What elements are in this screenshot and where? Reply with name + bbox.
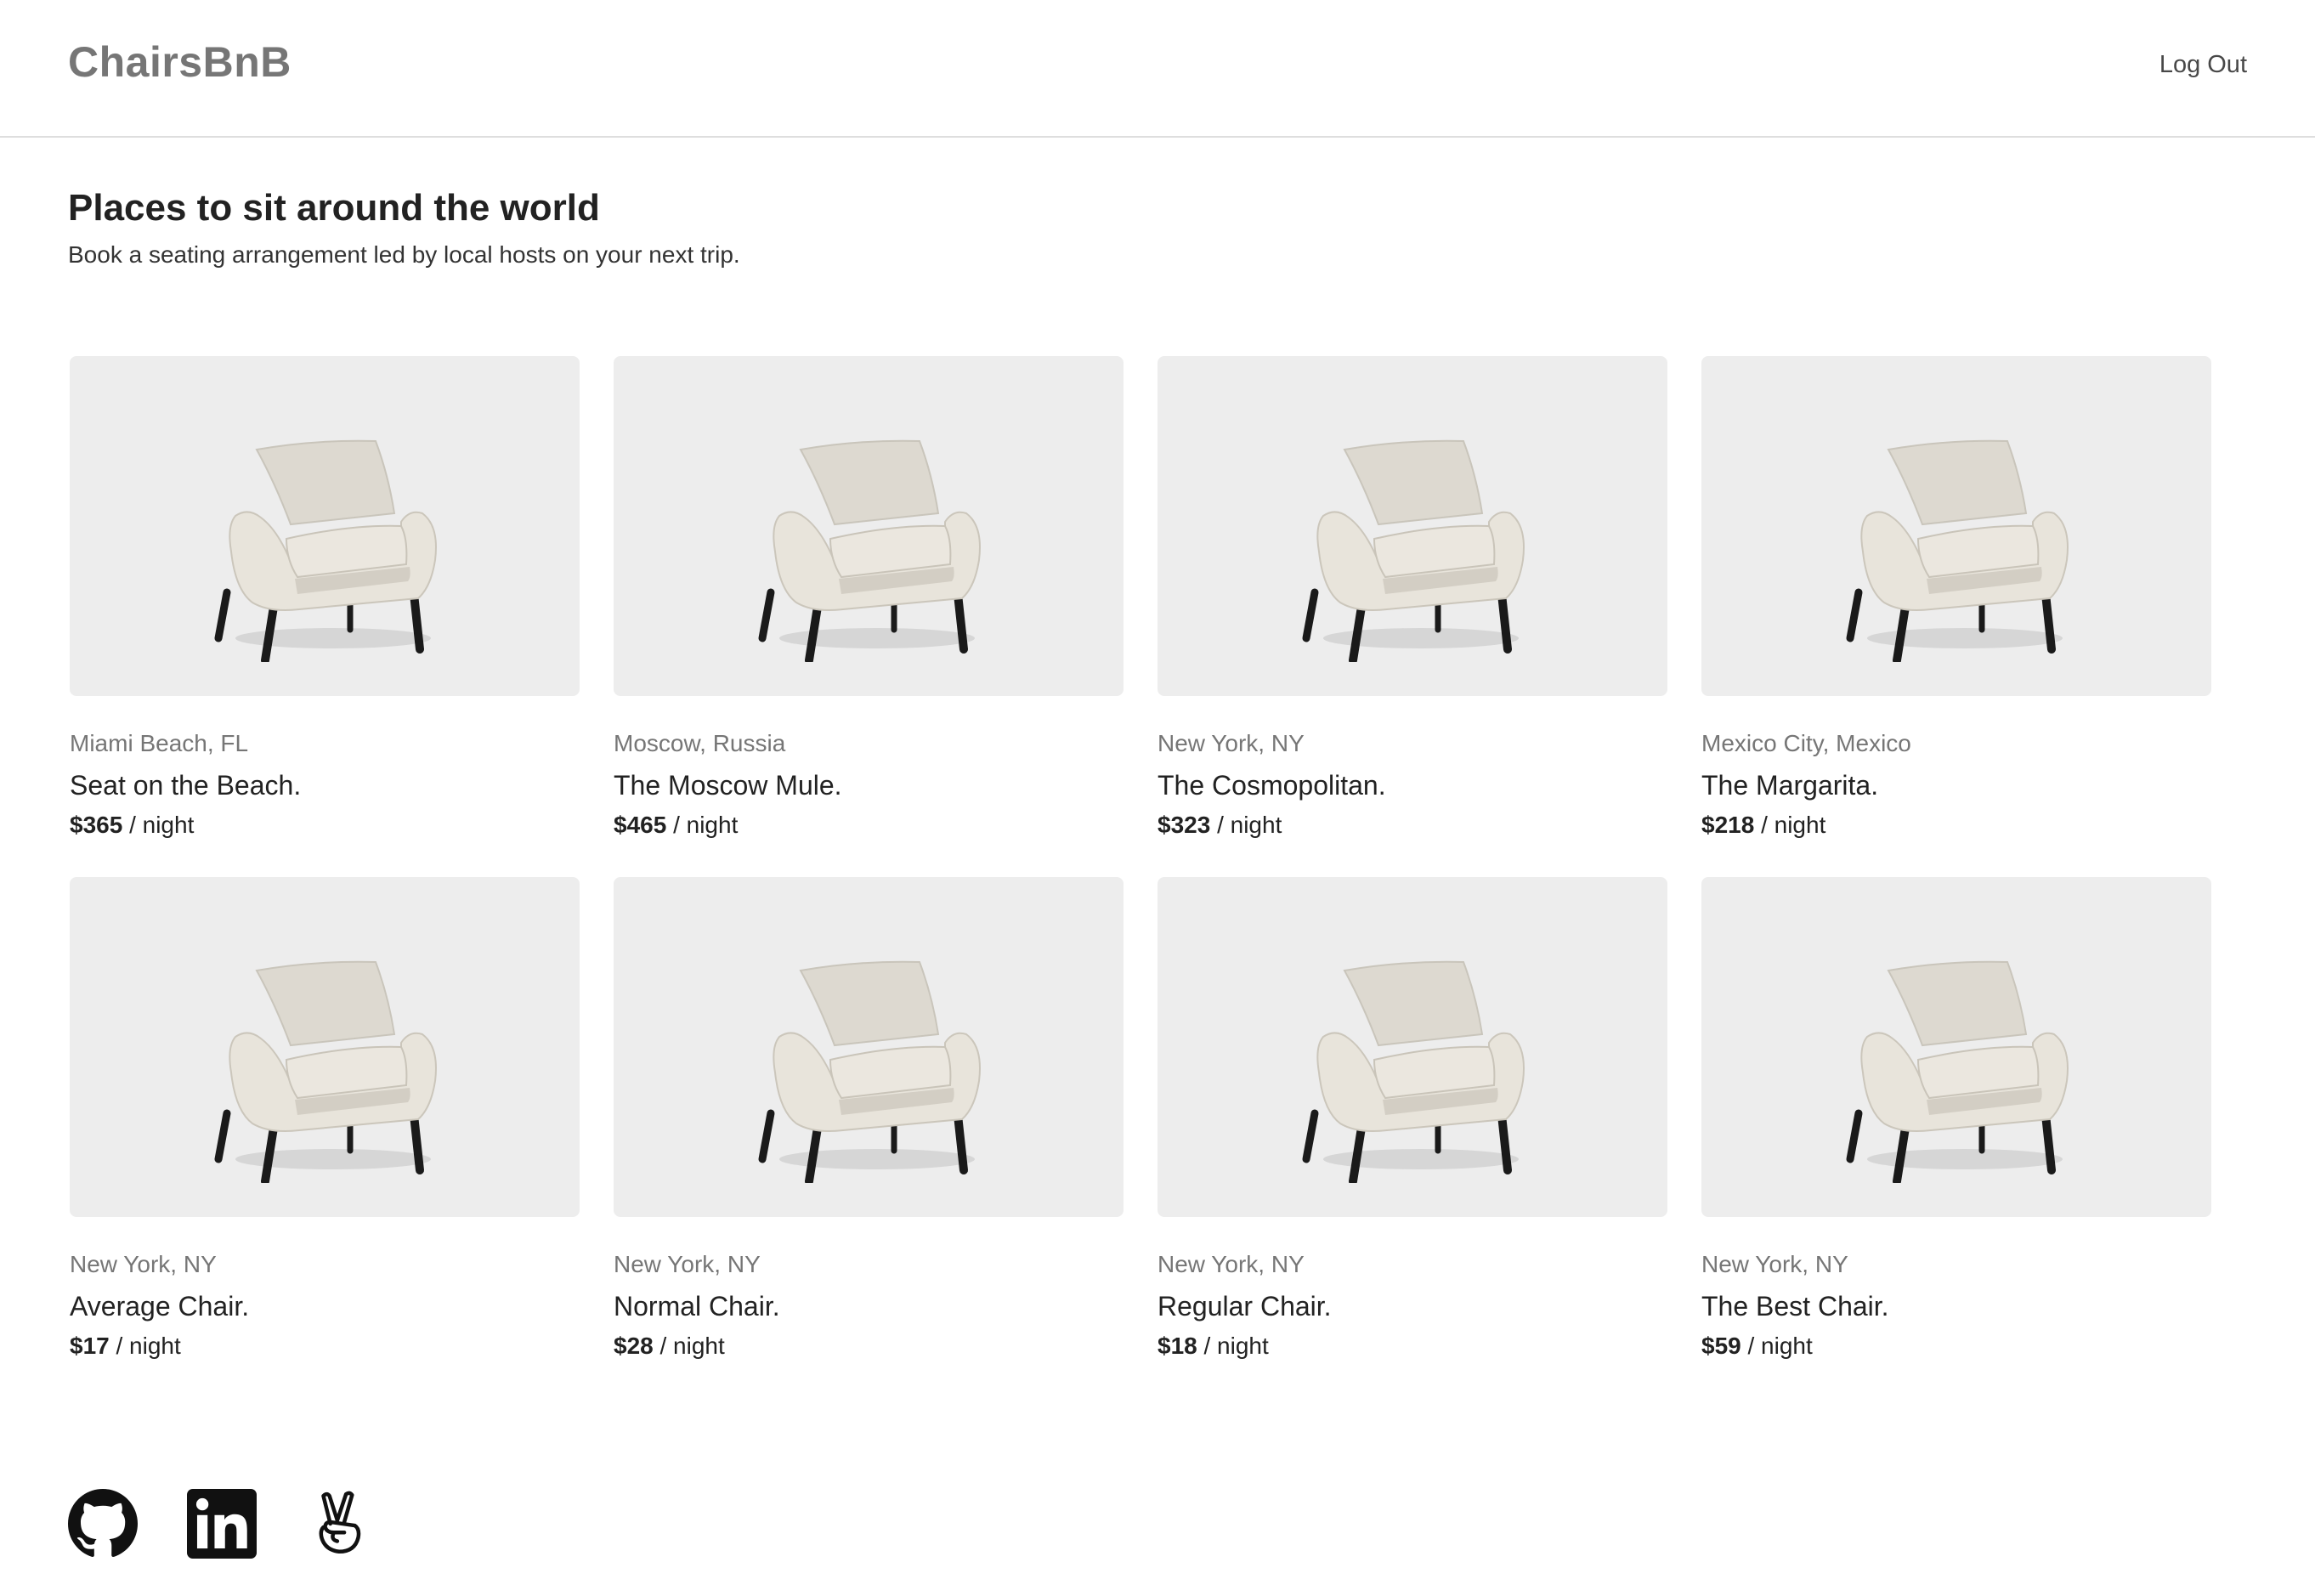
listing-price: $59 / night — [1701, 1333, 2211, 1360]
price-amount: $465 — [614, 812, 667, 838]
armchair-icon — [197, 390, 452, 662]
listing-location: New York, NY — [70, 1251, 217, 1277]
listing-card[interactable]: Miami Beach, FL Seat on the Beach. $365 … — [70, 356, 580, 840]
listing-location: New York, NY — [614, 1251, 761, 1277]
listing-image[interactable] — [1158, 356, 1667, 696]
price-amount: $18 — [1158, 1333, 1197, 1359]
listing-location: Mexico City, Mexico — [1701, 730, 1911, 756]
listing-image[interactable] — [70, 877, 580, 1217]
price-amount: $323 — [1158, 812, 1211, 838]
logout-button[interactable]: Log Out — [2159, 51, 2247, 79]
listing-location: New York, NY — [1158, 1251, 1305, 1277]
price-amount: $28 — [614, 1333, 654, 1359]
listing-image[interactable] — [614, 356, 1124, 696]
social-links — [68, 1489, 376, 1559]
listing-location: New York, NY — [1701, 1251, 1848, 1277]
linkedin-icon[interactable] — [187, 1489, 257, 1559]
listing-image[interactable] — [1701, 356, 2211, 696]
armchair-icon — [1829, 911, 2084, 1183]
listing-price: $323 / night — [1158, 812, 1667, 839]
page-subtitle: Book a seating arrangement led by local … — [68, 241, 740, 268]
listing-card[interactable]: New York, NY Normal Chair. $28 / night — [614, 877, 1124, 1361]
listing-image[interactable] — [1701, 877, 2211, 1217]
armchair-icon — [1285, 390, 1540, 662]
listing-title[interactable]: Normal Chair. — [614, 1291, 1124, 1322]
listing-grid: Miami Beach, FL Seat on the Beach. $365 … — [70, 356, 2211, 1361]
armchair-icon — [1285, 911, 1540, 1183]
price-amount: $365 — [70, 812, 123, 838]
brand-logo[interactable]: ChairsBnB — [68, 37, 291, 87]
armchair-icon — [741, 390, 996, 662]
page-title: Places to sit around the world — [68, 187, 600, 229]
listing-card[interactable]: New York, NY Average Chair. $17 / night — [70, 877, 580, 1361]
github-icon[interactable] — [68, 1489, 138, 1559]
price-amount: $17 — [70, 1333, 110, 1359]
listing-title[interactable]: Average Chair. — [70, 1291, 580, 1322]
listing-price: $18 / night — [1158, 1333, 1667, 1360]
price-unit: / night — [666, 812, 739, 838]
price-amount: $59 — [1701, 1333, 1741, 1359]
price-unit: / night — [1210, 812, 1282, 838]
listing-price: $465 / night — [614, 812, 1124, 839]
listing-card[interactable]: New York, NY The Best Chair. $59 / night — [1701, 877, 2211, 1361]
listing-title[interactable]: Seat on the Beach. — [70, 770, 580, 801]
listing-image[interactable] — [1158, 877, 1667, 1217]
listing-title[interactable]: The Margarita. — [1701, 770, 2211, 801]
listing-card[interactable]: New York, NY The Cosmopolitan. $323 / ni… — [1158, 356, 1667, 840]
listing-card[interactable]: New York, NY Regular Chair. $18 / night — [1158, 877, 1667, 1361]
listing-title[interactable]: The Best Chair. — [1701, 1291, 2211, 1322]
top-nav: ChairsBnB Log Out — [0, 0, 2315, 138]
price-unit: / night — [1754, 812, 1826, 838]
price-unit: / night — [122, 812, 195, 838]
price-unit: / night — [653, 1333, 725, 1359]
price-unit: / night — [109, 1333, 181, 1359]
listing-price: $365 / night — [70, 812, 580, 839]
listing-price: $218 / night — [1701, 812, 2211, 839]
price-unit: / night — [1197, 1333, 1269, 1359]
listing-location: Moscow, Russia — [614, 730, 786, 756]
listing-image[interactable] — [614, 877, 1124, 1217]
price-unit: / night — [1740, 1333, 1813, 1359]
listing-price: $17 / night — [70, 1333, 580, 1360]
listing-card[interactable]: Moscow, Russia The Moscow Mule. $465 / n… — [614, 356, 1124, 840]
listing-title[interactable]: Regular Chair. — [1158, 1291, 1667, 1322]
price-amount: $218 — [1701, 812, 1755, 838]
angellist-icon[interactable] — [306, 1489, 376, 1559]
listing-image[interactable] — [70, 356, 580, 696]
listing-location: New York, NY — [1158, 730, 1305, 756]
armchair-icon — [1829, 390, 2084, 662]
armchair-icon — [197, 911, 452, 1183]
armchair-icon — [741, 911, 996, 1183]
listing-title[interactable]: The Cosmopolitan. — [1158, 770, 1667, 801]
listing-location: Miami Beach, FL — [70, 730, 249, 756]
listing-price: $28 / night — [614, 1333, 1124, 1360]
listing-title[interactable]: The Moscow Mule. — [614, 770, 1124, 801]
listing-card[interactable]: Mexico City, Mexico The Margarita. $218 … — [1701, 356, 2211, 840]
